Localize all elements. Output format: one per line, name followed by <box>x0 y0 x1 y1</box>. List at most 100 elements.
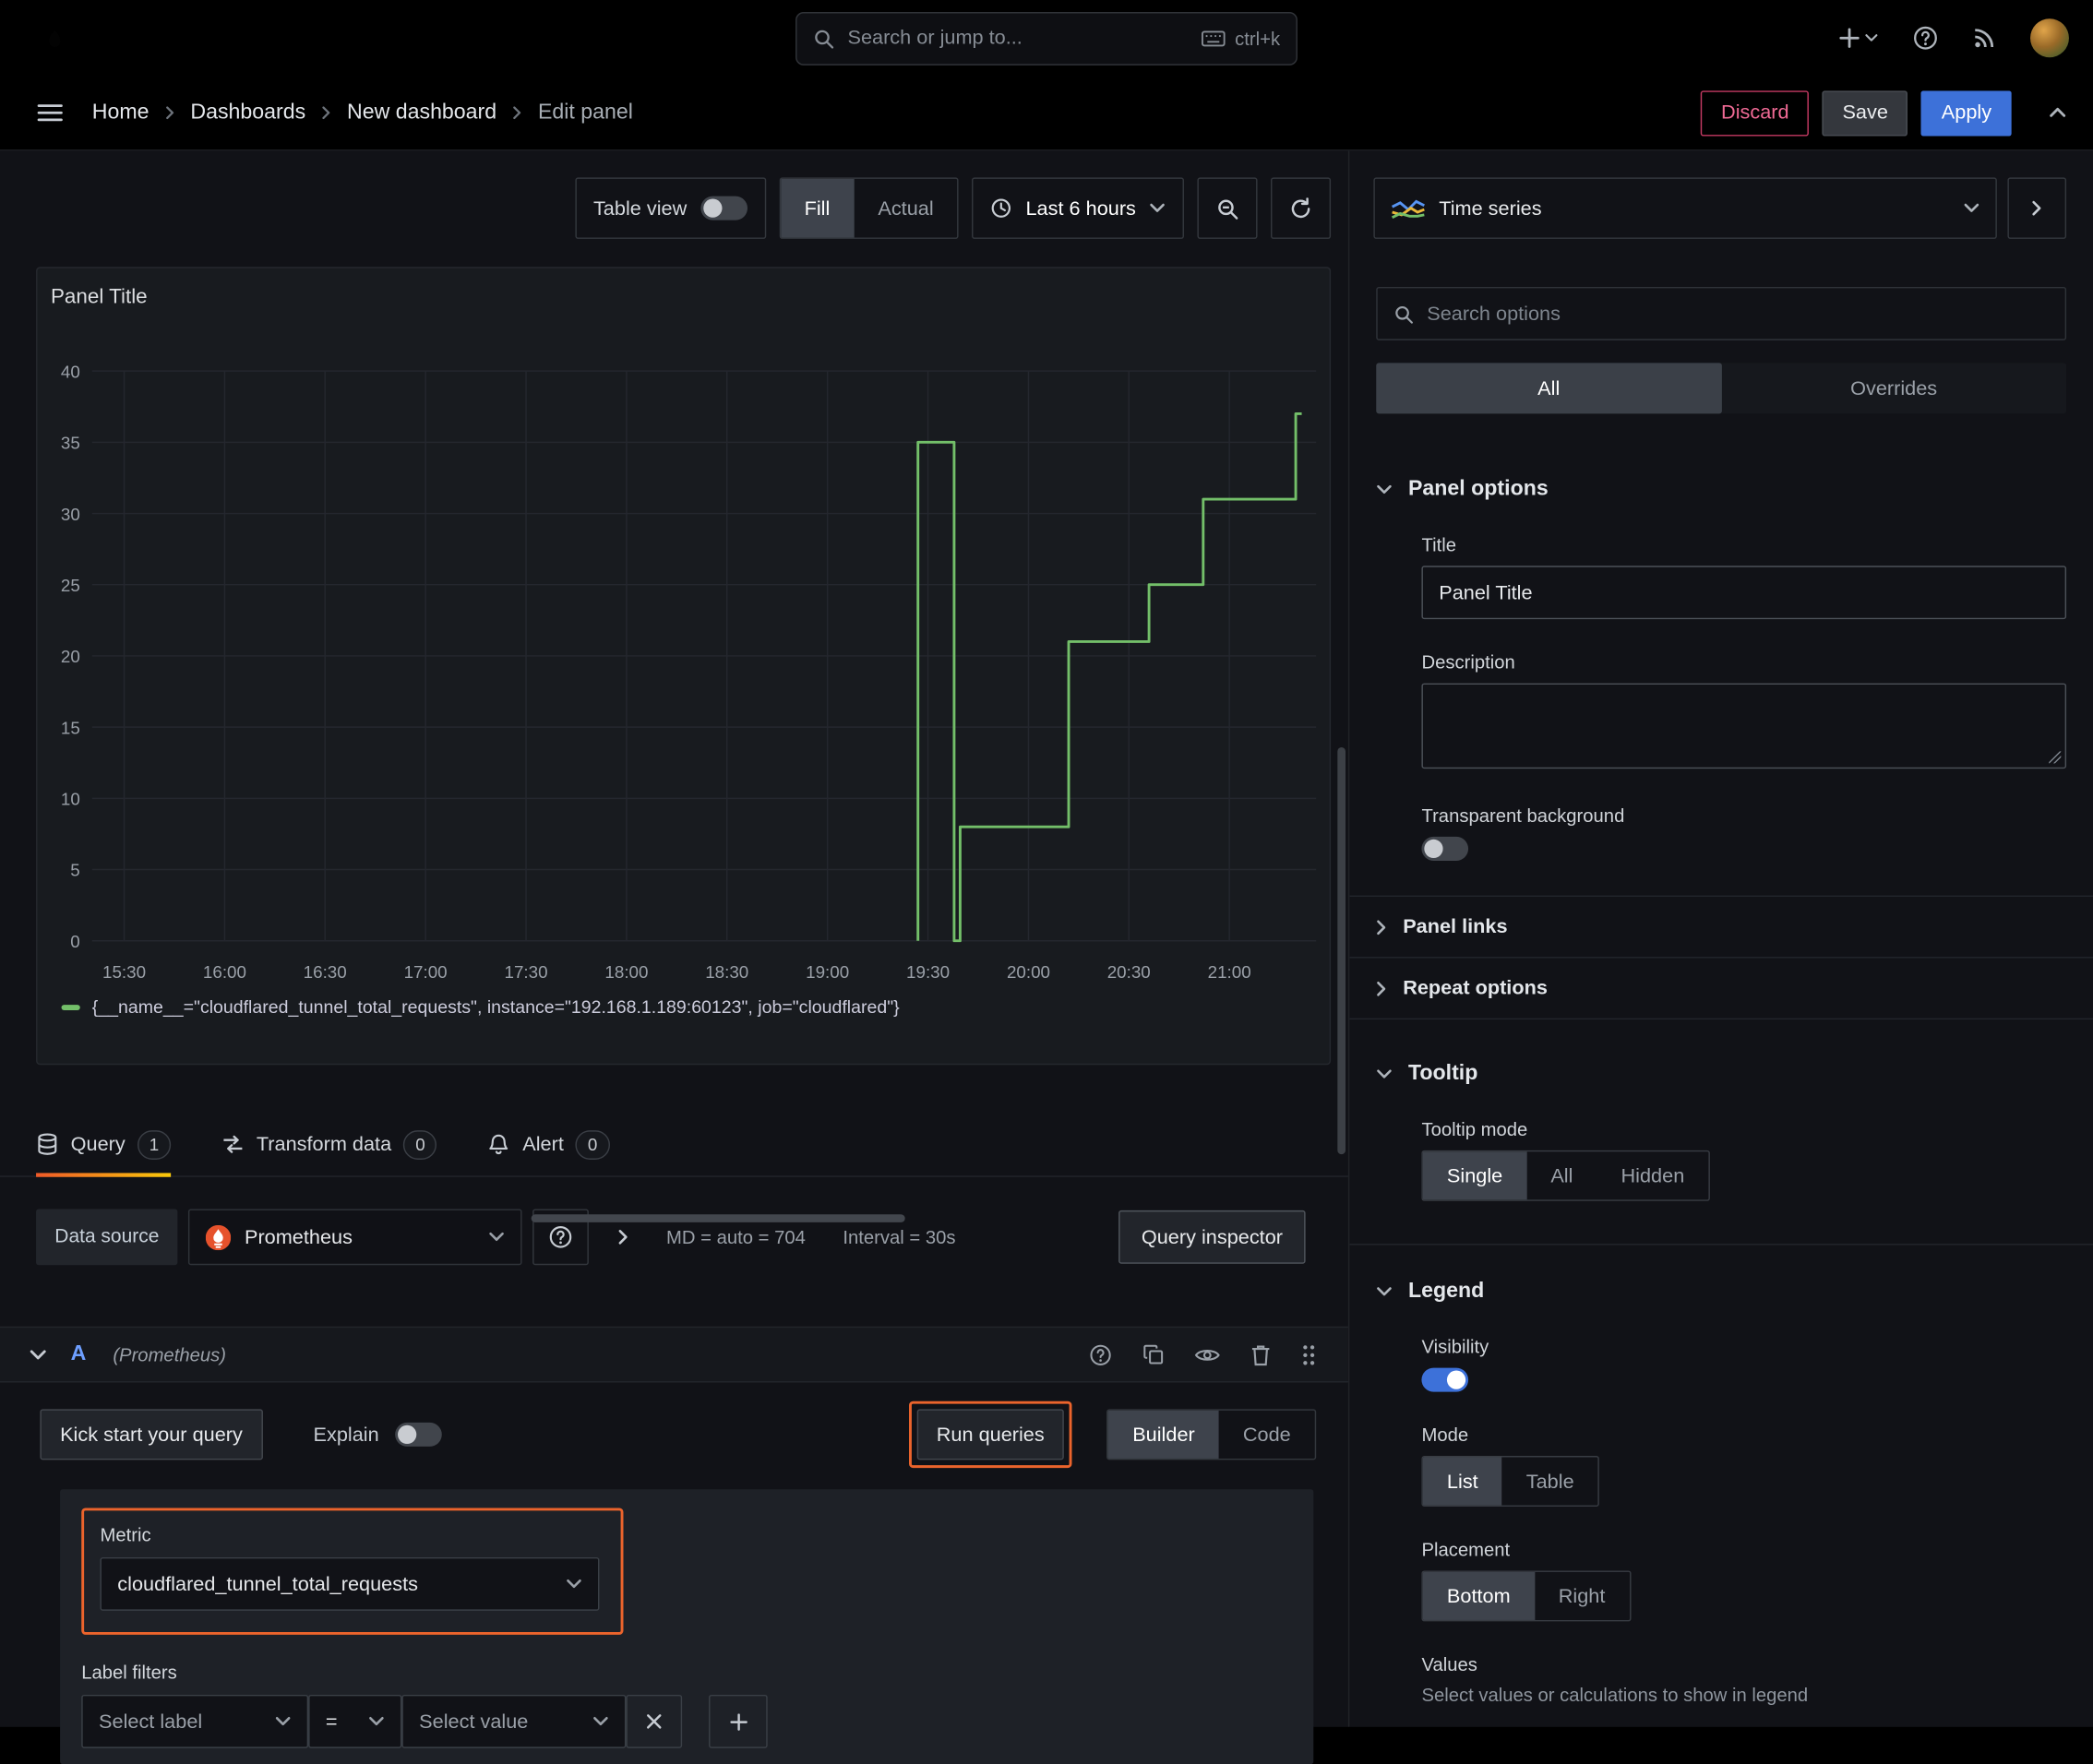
tab-transform-count: 0 <box>403 1129 437 1160</box>
tab-overrides[interactable]: Overrides <box>1721 363 2066 413</box>
chevron-down-icon[interactable] <box>30 1349 47 1361</box>
question-circle-icon <box>1089 1343 1112 1366</box>
fill-option[interactable]: Fill <box>780 178 855 238</box>
svg-text:0: 0 <box>70 932 79 951</box>
horizontal-scrollbar[interactable] <box>531 1214 905 1222</box>
query-help-button[interactable] <box>1089 1343 1112 1366</box>
tooltip-mode-hidden[interactable]: Hidden <box>1597 1151 1708 1199</box>
select-value-dropdown[interactable]: Select value <box>401 1694 627 1748</box>
zoom-out-icon <box>1216 197 1239 220</box>
query-inspector-button[interactable]: Query inspector <box>1118 1210 1306 1264</box>
mega-menu-button[interactable] <box>37 102 62 123</box>
chevron-down-icon <box>1964 203 1979 214</box>
tooltip-mode-all[interactable]: All <box>1526 1151 1597 1199</box>
transparent-toggle[interactable] <box>1421 836 1469 861</box>
svg-text:30: 30 <box>61 505 80 524</box>
chevron-down-icon <box>1149 203 1165 214</box>
toggle-visibility-button[interactable] <box>1195 1346 1220 1364</box>
table-view-toggle[interactable] <box>700 196 748 220</box>
chevron-right-icon[interactable] <box>618 1229 629 1245</box>
explain-toggle[interactable] <box>395 1422 442 1447</box>
top-nav: Search or jump to... ctrl+k <box>0 0 2093 77</box>
datasource-picker[interactable]: Prometheus <box>188 1209 522 1266</box>
query-row-header[interactable]: A (Prometheus) <box>0 1326 1348 1383</box>
add-filter-button[interactable] <box>709 1694 768 1748</box>
apply-button[interactable]: Apply <box>1921 89 2012 136</box>
tooltip-header[interactable]: Tooltip <box>1349 1062 2093 1086</box>
table-view-label: Table view <box>592 197 688 220</box>
shortcut-label: ctrl+k <box>1235 27 1281 49</box>
code-option[interactable]: Code <box>1219 1411 1315 1459</box>
svg-text:17:00: 17:00 <box>404 962 448 982</box>
tooltip-mode-group: Single All Hidden <box>1421 1150 1710 1201</box>
global-search[interactable]: Search or jump to... ctrl+k <box>795 11 1298 66</box>
chevron-right-icon <box>165 105 174 120</box>
vertical-scrollbar[interactable] <box>1337 746 1346 1155</box>
tooltip-mode-single[interactable]: Single <box>1422 1151 1527 1200</box>
remove-filter-button[interactable] <box>626 1694 683 1748</box>
tab-alert[interactable]: Alert 0 <box>488 1113 610 1175</box>
time-range-picker[interactable]: Last 6 hours <box>972 177 1184 239</box>
query-ref-id[interactable]: A <box>71 1342 87 1366</box>
save-button[interactable]: Save <box>1822 89 1908 136</box>
operator-dropdown[interactable]: = <box>308 1694 402 1748</box>
discard-button[interactable]: Discard <box>1701 89 1810 136</box>
drag-handle[interactable] <box>1301 1343 1316 1366</box>
panel-options-header[interactable]: Panel options <box>1349 478 2093 502</box>
placement-group: Bottom Right <box>1421 1570 1631 1622</box>
run-queries-button[interactable]: Run queries <box>916 1409 1065 1460</box>
placement-bottom[interactable]: Bottom <box>1422 1571 1535 1620</box>
repeat-options-header[interactable]: Repeat options <box>1349 959 2093 1020</box>
builder-option[interactable]: Builder <box>1108 1410 1219 1459</box>
visibility-field: Visibility <box>1349 1336 2093 1392</box>
grafana-logo-icon[interactable] <box>35 18 75 58</box>
visibility-toggle[interactable] <box>1421 1367 1469 1392</box>
svg-text:15:30: 15:30 <box>102 962 146 982</box>
query-toolbar-row: Kick start your query Explain Run querie… <box>40 1400 1317 1469</box>
tab-query-label: Query <box>70 1133 126 1156</box>
eye-icon <box>1195 1346 1220 1364</box>
user-avatar[interactable] <box>2030 18 2069 58</box>
help-button[interactable] <box>1913 25 1938 50</box>
tab-all[interactable]: All <box>1376 363 1722 414</box>
add-new-button[interactable] <box>1839 28 1878 48</box>
breadcrumb-home[interactable]: Home <box>92 101 150 125</box>
refresh-button[interactable] <box>1270 177 1332 239</box>
delete-query-button[interactable] <box>1250 1343 1271 1366</box>
open-viz-list-button[interactable] <box>2007 177 2067 239</box>
tab-transform[interactable]: Transform data 0 <box>221 1113 437 1175</box>
select-label-dropdown[interactable]: Select label <box>81 1694 309 1748</box>
breadcrumb-new-dashboard[interactable]: New dashboard <box>347 101 496 125</box>
values-label: Values <box>1421 1653 1477 1675</box>
news-button[interactable] <box>1973 27 1996 50</box>
collapse-options-button[interactable] <box>2049 107 2066 119</box>
actual-option[interactable]: Actual <box>854 179 957 238</box>
metric-select[interactable]: cloudflared_tunnel_total_requests <box>100 1556 600 1611</box>
description-textarea[interactable] <box>1421 683 2067 769</box>
svg-text:15: 15 <box>61 718 80 737</box>
svg-text:35: 35 <box>61 434 80 453</box>
tab-query-count: 1 <box>137 1129 172 1160</box>
label-filters-section: Label filters Select label = Select valu… <box>81 1662 1292 1748</box>
keyboard-icon <box>1202 30 1226 46</box>
visualization-picker[interactable]: Time series <box>1373 177 1997 239</box>
panel-links-header[interactable]: Panel links <box>1349 897 2093 959</box>
zoom-out-button[interactable] <box>1197 177 1258 239</box>
placement-right[interactable]: Right <box>1535 1572 1630 1620</box>
legend-mode-table[interactable]: Table <box>1502 1457 1598 1505</box>
panel-toolbar: Table view Fill Actual Last 6 hours <box>36 177 1332 239</box>
panel-links-title: Panel links <box>1403 915 1508 938</box>
tab-alert-label: Alert <box>522 1133 564 1156</box>
legend-mode-list[interactable]: List <box>1422 1457 1502 1506</box>
prometheus-icon <box>206 1224 231 1249</box>
breadcrumb-dashboards[interactable]: Dashboards <box>190 101 305 125</box>
datasource-name: Prometheus <box>244 1225 353 1249</box>
legend-header[interactable]: Legend <box>1349 1280 2093 1304</box>
options-search-input[interactable] <box>1427 302 2050 326</box>
duplicate-query-button[interactable] <box>1142 1344 1164 1365</box>
chart-legend[interactable]: {__name__="cloudflared_tunnel_total_requ… <box>61 996 900 1017</box>
tab-query[interactable]: Query 1 <box>36 1113 172 1177</box>
kick-start-button[interactable]: Kick start your query <box>40 1409 263 1460</box>
time-series-chart[interactable]: 0 5 10 15 20 25 30 35 40 15:30 16:00 16:30 17:00 17:3… <box>37 268 1332 1067</box>
panel-title-input[interactable] <box>1421 566 2067 620</box>
